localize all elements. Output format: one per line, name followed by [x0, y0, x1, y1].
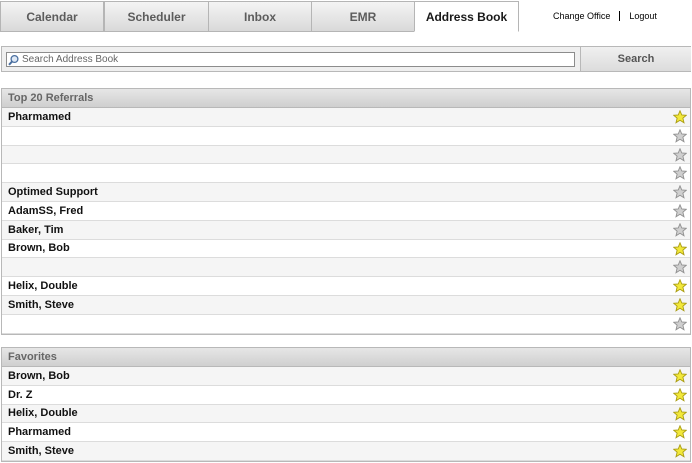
- referrals-list: Pharmamed Optimed Support AdamSS, Fred Bake…: [2, 108, 690, 334]
- referral-row[interactable]: [2, 258, 690, 278]
- star-empty-icon[interactable]: [672, 166, 688, 181]
- star-empty-icon[interactable]: [672, 203, 688, 218]
- contact-name: Helix, Double: [8, 407, 78, 420]
- referral-row[interactable]: AdamSS, Fred: [2, 202, 690, 221]
- search-field[interactable]: [6, 52, 575, 67]
- star-filled-icon[interactable]: [672, 406, 688, 421]
- referral-row[interactable]: [2, 164, 690, 184]
- favorites-panel: Favorites Brown, Bob Dr. Z Helix, Double Ph…: [1, 347, 691, 462]
- tab-address-book[interactable]: Address Book: [414, 1, 519, 32]
- star-empty-icon[interactable]: [672, 260, 688, 275]
- contact-name: Optimed Support: [8, 186, 98, 199]
- referral-row[interactable]: [2, 127, 690, 146]
- referral-row[interactable]: [2, 315, 690, 334]
- favorite-row[interactable]: Smith, Steve: [2, 442, 690, 461]
- star-filled-icon[interactable]: [672, 443, 688, 458]
- star-filled-icon[interactable]: [672, 241, 688, 256]
- change-office-link[interactable]: Change Office: [553, 11, 610, 21]
- referral-row[interactable]: Brown, Bob: [2, 240, 690, 259]
- search-button[interactable]: Search: [580, 47, 691, 71]
- search-icon: [8, 54, 19, 65]
- star-empty-icon[interactable]: [672, 316, 688, 331]
- star-empty-icon[interactable]: [672, 222, 688, 237]
- contact-name: Pharmamed: [8, 426, 71, 439]
- star-empty-icon[interactable]: [672, 147, 688, 162]
- contact-name: AdamSS, Fred: [8, 204, 84, 217]
- search-input[interactable]: [20, 53, 562, 66]
- favorite-row[interactable]: Pharmamed: [2, 423, 690, 443]
- referral-row[interactable]: Optimed Support: [2, 183, 690, 202]
- link-divider: [619, 11, 621, 21]
- header-links: Change Office Logout: [553, 11, 657, 21]
- contact-name: Dr. Z: [8, 388, 33, 401]
- tab-inbox[interactable]: Inbox: [208, 1, 312, 32]
- referral-row[interactable]: [2, 145, 690, 165]
- star-filled-icon[interactable]: [672, 297, 688, 312]
- star-empty-icon[interactable]: [672, 184, 688, 199]
- tab-calendar[interactable]: Calendar: [0, 1, 104, 32]
- tab-scheduler[interactable]: Scheduler: [104, 1, 209, 32]
- referral-row[interactable]: Pharmamed: [2, 108, 690, 127]
- star-filled-icon[interactable]: [672, 278, 688, 293]
- contact-name: Smith, Steve: [8, 298, 75, 311]
- favorite-row[interactable]: Brown, Bob: [2, 367, 690, 386]
- favorite-row[interactable]: Dr. Z: [2, 386, 690, 405]
- search-bar: Search: [1, 46, 691, 72]
- contact-name: Smith, Steve: [8, 445, 75, 458]
- star-empty-icon[interactable]: [672, 128, 688, 143]
- star-filled-icon[interactable]: [672, 368, 688, 383]
- star-filled-icon[interactable]: [672, 109, 688, 124]
- referral-row[interactable]: Baker, Tim: [2, 220, 690, 240]
- referral-row[interactable]: Helix, Double: [2, 277, 690, 296]
- star-filled-icon[interactable]: [672, 387, 688, 402]
- logout-link[interactable]: Logout: [629, 11, 657, 21]
- contact-name: Brown, Bob: [8, 369, 70, 382]
- favorites-title: Favorites: [2, 348, 690, 367]
- favorites-list: Brown, Bob Dr. Z Helix, Double Pharmamed Smi…: [2, 367, 690, 461]
- contact-name: Baker, Tim: [8, 223, 64, 236]
- favorite-row[interactable]: Helix, Double: [2, 404, 690, 424]
- top-referrals-panel: Top 20 Referrals Pharmamed Optimed Suppor…: [1, 88, 691, 335]
- contact-name: Brown, Bob: [8, 242, 70, 255]
- tab-emr[interactable]: EMR: [311, 1, 415, 32]
- top-referrals-title: Top 20 Referrals: [2, 89, 690, 108]
- contact-name: Pharmamed: [8, 110, 71, 123]
- star-filled-icon[interactable]: [672, 425, 688, 440]
- referral-row[interactable]: Smith, Steve: [2, 295, 690, 315]
- contact-name: Helix, Double: [8, 280, 78, 293]
